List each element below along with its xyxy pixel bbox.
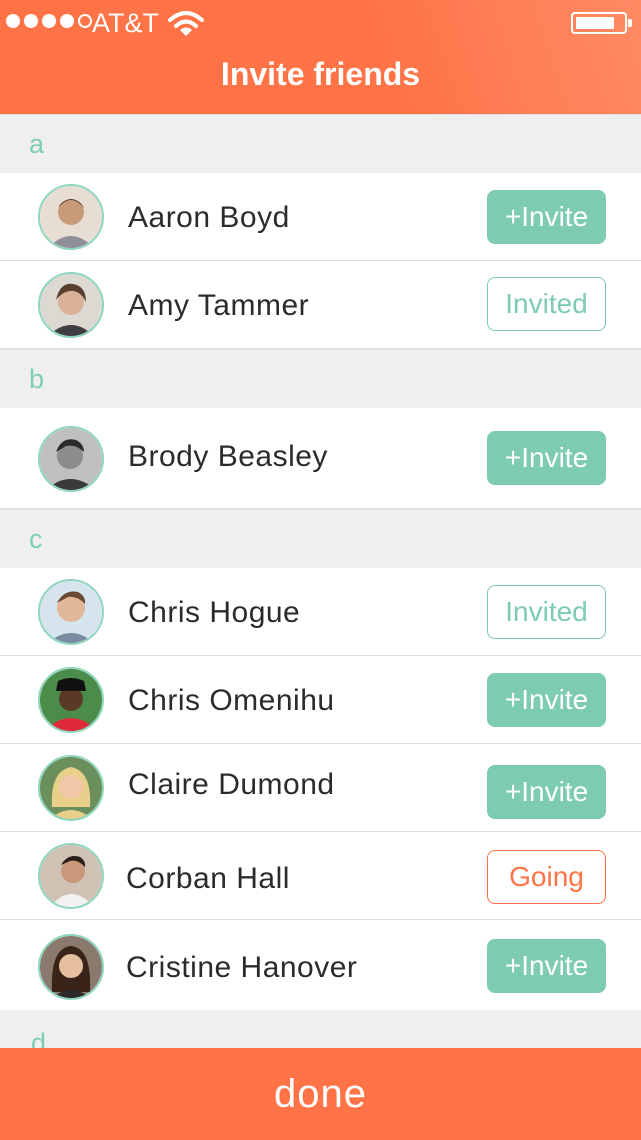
avatar: [38, 184, 104, 250]
invite-button[interactable]: +Invite: [487, 939, 606, 993]
list-item: Claire Dumond +Invite: [0, 744, 641, 832]
contact-name: Brody Beasley: [128, 440, 328, 473]
wifi-icon: [168, 11, 204, 36]
avatar: [38, 426, 104, 492]
nav-header: AT&T Invite friends: [0, 0, 641, 114]
section-header-a: a: [0, 114, 641, 173]
avatar: [38, 667, 104, 733]
avatar: [38, 272, 104, 338]
battery-icon: [571, 12, 632, 34]
invite-button[interactable]: +Invite: [487, 673, 606, 727]
invite-button[interactable]: +Invite: [487, 431, 606, 485]
list-item: Chris Omenihu +Invite: [0, 656, 641, 744]
page-title: Invite friends: [220, 56, 421, 92]
invited-button[interactable]: Invited: [487, 585, 606, 639]
invited-button[interactable]: Invited: [487, 277, 606, 331]
list-item: Amy Tammer Invited: [0, 261, 641, 349]
avatar: [38, 843, 104, 909]
contact-name: Aaron Boyd: [128, 201, 290, 234]
invite-button[interactable]: +Invite: [487, 765, 606, 819]
avatar: [38, 755, 104, 821]
done-button[interactable]: done: [0, 1048, 641, 1140]
list-item: Chris Hogue Invited: [0, 568, 641, 656]
carrier-label: AT&T: [92, 8, 159, 38]
invite-button[interactable]: +Invite: [487, 190, 606, 244]
contact-name: Chris Omenihu: [128, 684, 335, 717]
section-header-b: b: [0, 349, 641, 408]
going-button[interactable]: Going: [487, 850, 606, 904]
section-header-c: c: [0, 509, 641, 568]
list-item: Cristine Hanover +Invite: [0, 920, 641, 1012]
list-item: Aaron Boyd +Invite: [0, 173, 641, 261]
contact-name: Chris Hogue: [128, 596, 301, 629]
avatar: [38, 934, 104, 1000]
status-bar: AT&T: [0, 0, 641, 44]
contact-name: Amy Tammer: [128, 289, 310, 322]
signal-dots-icon: [6, 14, 92, 28]
contact-name: Corban Hall: [126, 862, 290, 895]
contact-name: Claire Dumond: [128, 768, 335, 801]
section-header-d: d: [0, 1010, 641, 1058]
friends-list[interactable]: a Aaron Boyd +Invite Amy Tammer Invited …: [0, 114, 641, 1012]
contact-name: Cristine Hanover: [126, 951, 358, 984]
list-item: Corban Hall Going: [0, 832, 641, 920]
avatar: [38, 579, 104, 645]
list-item: Brody Beasley +Invite: [0, 408, 641, 509]
